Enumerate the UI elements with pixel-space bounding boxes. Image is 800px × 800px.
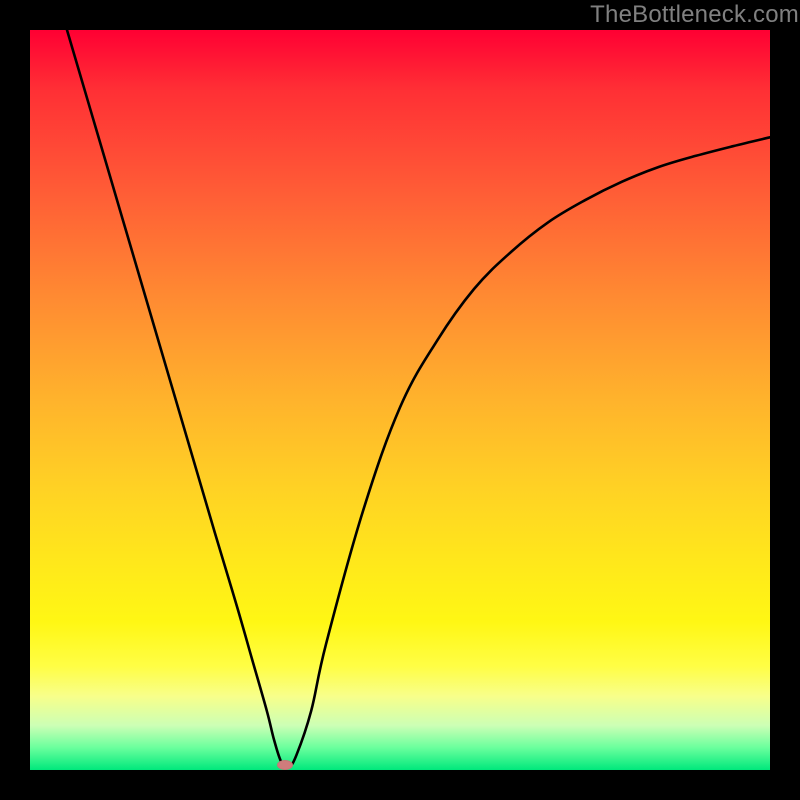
watermark-text: TheBottleneck.com [590, 1, 799, 29]
bottleneck-curve [30, 30, 770, 770]
optimal-point-marker [277, 760, 293, 770]
plot-area [30, 30, 770, 770]
chart-frame: TheBottleneck.com [0, 0, 800, 800]
